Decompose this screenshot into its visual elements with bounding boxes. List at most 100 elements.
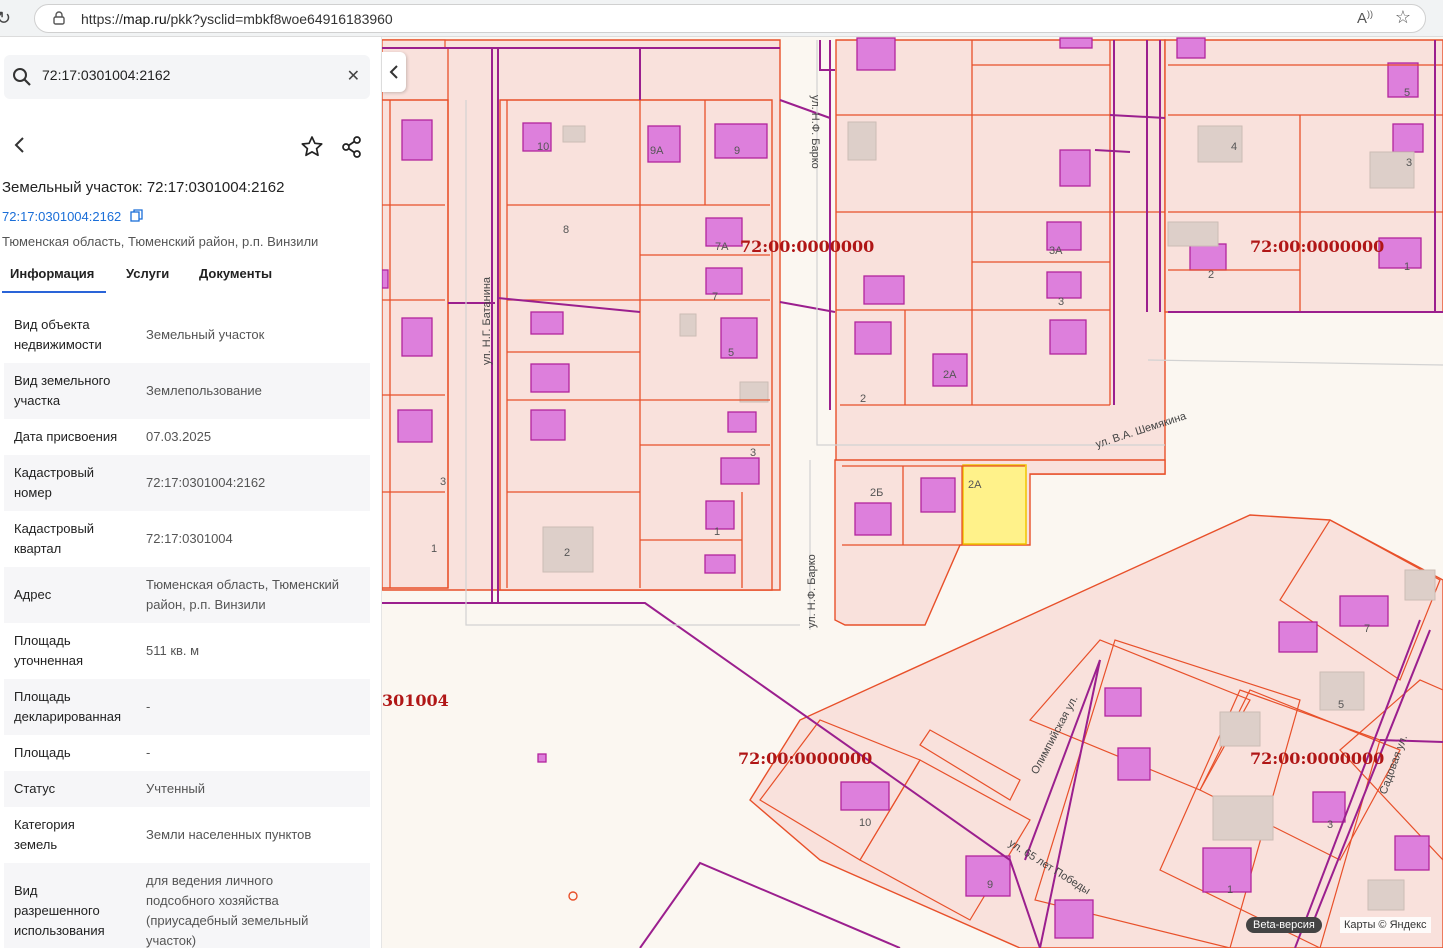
reload-icon[interactable]: ↻ — [0, 8, 11, 29]
read-aloud-icon[interactable]: A)) — [1357, 9, 1373, 27]
building[interactable] — [1312, 791, 1346, 823]
outbuilding[interactable] — [562, 125, 586, 143]
property-row: Адрес Тюменская область, Тюменский район, … — [4, 567, 370, 623]
back-button[interactable] — [4, 129, 36, 161]
outbuilding[interactable] — [1212, 795, 1274, 841]
clear-icon[interactable]: ✕ — [347, 66, 360, 86]
building[interactable] — [1117, 747, 1151, 781]
building[interactable] — [401, 317, 433, 357]
object-cadastral-link[interactable]: 72:17:0301004:2162 — [2, 209, 121, 224]
building[interactable] — [397, 409, 433, 443]
outbuilding[interactable] — [1167, 221, 1219, 247]
parcel[interactable] — [835, 39, 1166, 475]
parcel-number: 7А — [715, 241, 729, 253]
building[interactable] — [856, 37, 896, 71]
property-key: Кадастровый номер — [14, 463, 94, 503]
selected-parcel[interactable] — [962, 464, 1027, 545]
building[interactable] — [1387, 62, 1419, 98]
tab-information[interactable]: Информация — [10, 266, 94, 281]
building[interactable] — [714, 123, 768, 159]
parcel-number: 9 — [987, 879, 993, 891]
property-key-line: разрешенного — [14, 903, 100, 918]
url-text[interactable]: https://map.ru/pkk?ysclid=mbkf8woe649161… — [81, 11, 393, 27]
quarter-boundary[interactable] — [819, 40, 835, 71]
building[interactable] — [840, 781, 890, 811]
favorite-star-icon[interactable]: ☆ — [1395, 7, 1411, 28]
browser-toolbar: ↻ https://map.ru/pkk?ysclid=mbkf8woe6491… — [0, 0, 1443, 37]
building[interactable] — [704, 554, 736, 574]
parcel-number: 7 — [1364, 623, 1370, 635]
map-copyright[interactable]: Карты © Яндекс — [1340, 917, 1431, 933]
building[interactable] — [1059, 37, 1093, 49]
building[interactable] — [1176, 37, 1206, 59]
building[interactable] — [530, 311, 564, 335]
search-input[interactable] — [42, 67, 332, 83]
parcel[interactable] — [382, 39, 446, 49]
property-value-line: 511 кв. м — [146, 643, 200, 658]
copy-icon[interactable] — [130, 209, 143, 222]
building[interactable] — [720, 457, 760, 485]
property-key: Кадастровый квартал — [14, 519, 94, 559]
road-edge[interactable] — [1147, 359, 1443, 366]
search-box[interactable]: ✕ — [4, 55, 370, 99]
building[interactable] — [1378, 237, 1422, 269]
url-host: map.ru — [123, 11, 167, 27]
property-value: Землепользование — [146, 381, 361, 401]
property-key: Статус — [14, 779, 55, 799]
building[interactable] — [401, 119, 433, 161]
property-value-line: Учтенный — [146, 781, 206, 796]
building[interactable] — [1046, 271, 1082, 299]
collapse-panel-button[interactable] — [382, 52, 406, 92]
building[interactable] — [1394, 835, 1430, 871]
building[interactable] — [920, 477, 956, 513]
building[interactable] — [537, 753, 547, 763]
outbuilding[interactable] — [1367, 879, 1405, 911]
building[interactable] — [1392, 123, 1424, 153]
properties-table: Вид объекта недвижимости Земельный участок… — [4, 307, 370, 948]
building[interactable] — [863, 275, 905, 305]
property-key-line: Площадь — [14, 633, 71, 648]
outbuilding[interactable] — [739, 381, 769, 403]
building[interactable] — [720, 317, 758, 359]
outbuilding[interactable] — [679, 313, 697, 337]
building[interactable] — [854, 321, 892, 355]
building[interactable] — [727, 411, 757, 433]
map-canvas[interactable]: 72:00:0000000 72:00:0000000 72:00:0000000 7… — [382, 37, 1443, 948]
beta-badge: Beta-версия — [1246, 917, 1322, 933]
building[interactable] — [530, 363, 570, 393]
info-panel: ✕ Земельный участок: 72:17:0301004:2162 … — [0, 37, 382, 948]
building[interactable] — [1104, 687, 1142, 717]
building[interactable] — [382, 269, 389, 289]
quarter-boundary[interactable] — [779, 99, 831, 119]
property-key-line: Площадь — [14, 745, 71, 760]
building[interactable] — [854, 502, 892, 536]
building[interactable] — [1339, 595, 1389, 627]
property-value-line: район, р.п. Винзили — [146, 597, 266, 612]
building[interactable] — [1049, 319, 1087, 355]
parcel-number: 1 — [431, 543, 437, 555]
building[interactable] — [1189, 243, 1227, 271]
map-svg[interactable]: 72:00:0000000 72:00:0000000 72:00:0000000 7… — [382, 37, 1443, 948]
building[interactable] — [1278, 621, 1318, 653]
favorite-button[interactable] — [294, 129, 330, 165]
address-bar[interactable]: https://map.ru/pkk?ysclid=mbkf8woe649161… — [34, 4, 1426, 33]
outbuilding[interactable] — [1404, 569, 1436, 601]
parcel-number: 9 — [734, 145, 740, 157]
property-key-line: участка — [14, 393, 61, 408]
property-key-line: Адрес — [14, 587, 52, 602]
property-value: 07.03.2025 — [146, 427, 361, 447]
building[interactable] — [1059, 149, 1091, 187]
parcel-number: 7 — [712, 291, 718, 303]
property-row: Кадастровый квартал 72:17:0301004 — [4, 511, 370, 567]
building[interactable] — [530, 409, 566, 441]
quarter-boundary[interactable] — [779, 301, 836, 313]
outbuilding[interactable] — [847, 121, 877, 161]
point-marker[interactable] — [568, 891, 578, 901]
tab-documents[interactable]: Документы — [199, 266, 272, 281]
share-button[interactable] — [334, 129, 370, 165]
tab-services[interactable]: Услуги — [126, 266, 169, 281]
building[interactable] — [1054, 899, 1094, 939]
lock-icon[interactable] — [53, 11, 65, 25]
outbuilding[interactable] — [1219, 711, 1261, 747]
building[interactable] — [705, 500, 735, 530]
